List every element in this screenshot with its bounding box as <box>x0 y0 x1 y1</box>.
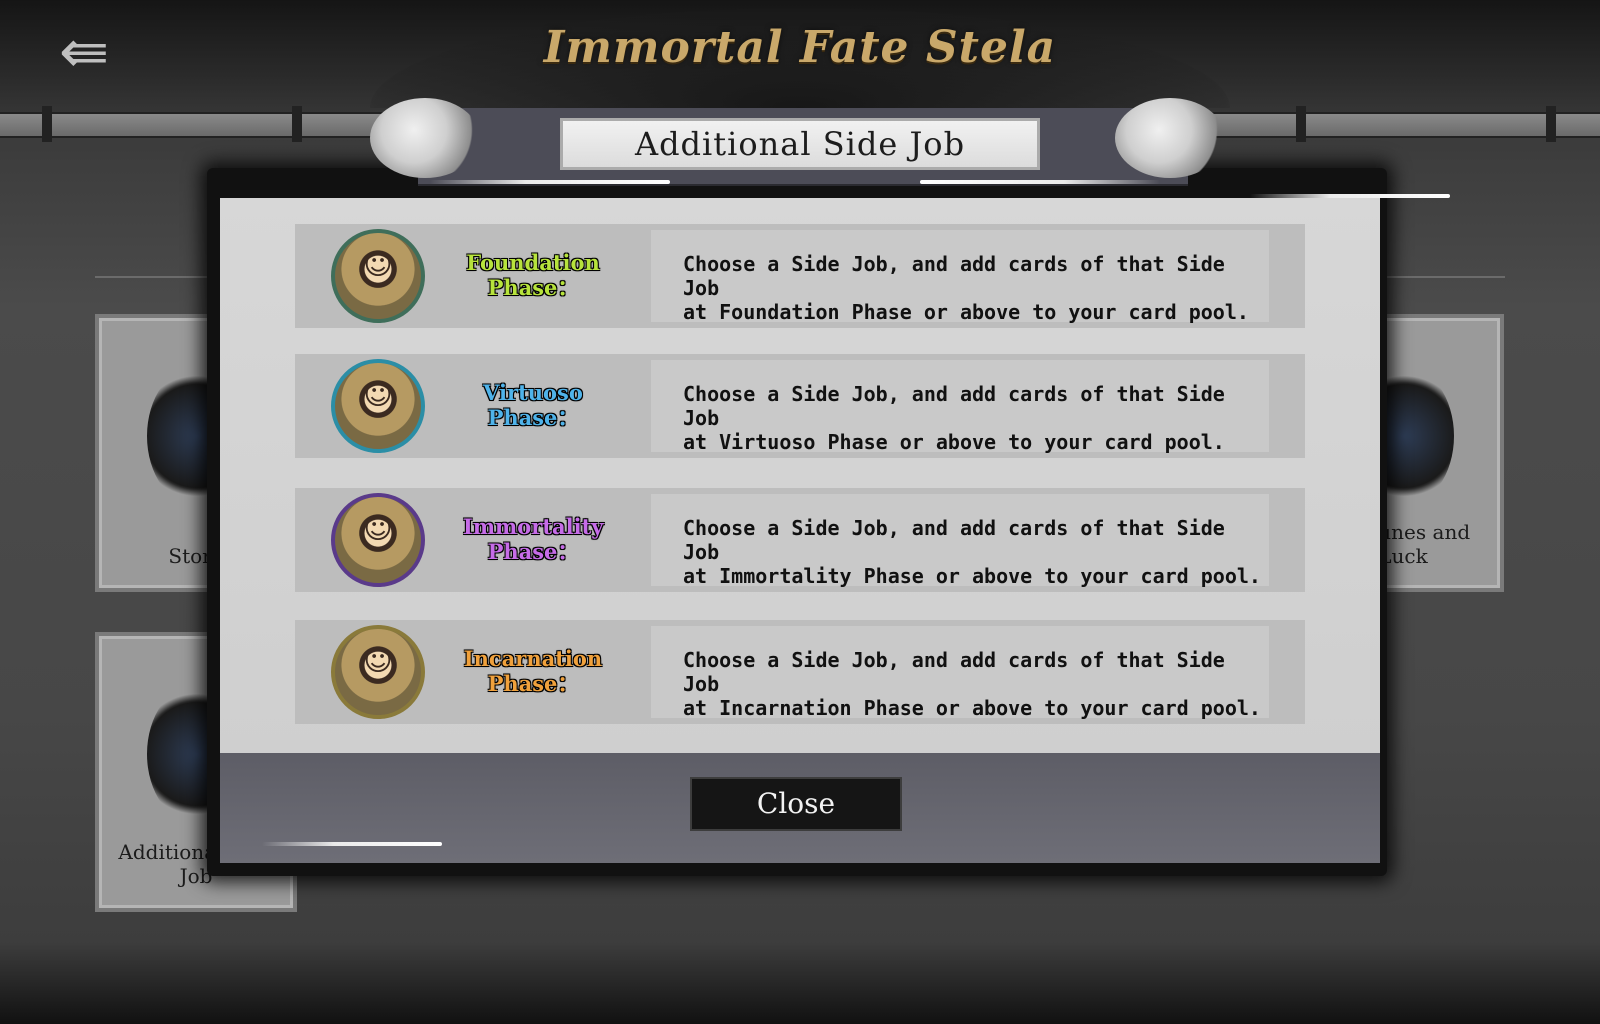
swirl-decoration <box>1250 194 1450 198</box>
rail-post <box>1546 106 1556 142</box>
cloud-ornament-icon <box>1115 98 1225 178</box>
phase-name: Incarnation Phase： <box>463 646 603 696</box>
phase-row-foundation: ☺ Foundation Phase： Choose a Side Job, a… <box>295 224 1305 328</box>
phase-row-virtuoso: ☺ Virtuoso Phase： Choose a Side Job, and… <box>295 354 1305 458</box>
character-portrait-icon: ☺ <box>331 493 425 587</box>
phase-description: Choose a Side Job, and add cards of that… <box>683 516 1261 588</box>
rail-post <box>42 106 52 142</box>
phase-description: Choose a Side Job, and add cards of that… <box>683 648 1261 720</box>
face-icon: ☺ <box>363 248 393 281</box>
swirl-decoration <box>262 842 442 846</box>
phase-description: Choose a Side Job, and add cards of that… <box>683 252 1249 324</box>
face-icon: ☺ <box>363 644 393 677</box>
phase-description-box: Choose a Side Job, and add cards of that… <box>651 494 1269 588</box>
swirl-decoration <box>430 180 670 184</box>
cloud-ornament-icon <box>370 98 480 178</box>
face-icon: ☺ <box>363 378 393 411</box>
phase-row-immortality: ☺ Immortality Phase： Choose a Side Job, … <box>295 488 1305 592</box>
phase-name: Virtuoso Phase： <box>483 380 583 430</box>
character-portrait-icon: ☺ <box>331 359 425 453</box>
phase-name: Immortality Phase： <box>463 514 604 564</box>
close-button[interactable]: Close <box>690 777 902 831</box>
face-icon: ☺ <box>363 512 393 545</box>
rail-post <box>1296 106 1306 142</box>
page-title: Immortal Fate Stela <box>543 22 1057 73</box>
phase-name: Foundation Phase： <box>466 250 600 300</box>
phase-description-box: Choose a Side Job, and add cards of that… <box>651 626 1269 720</box>
back-button[interactable]: ⇚ <box>44 22 124 82</box>
character-portrait-icon: ☺ <box>331 229 425 323</box>
rail-post <box>292 106 302 142</box>
character-portrait-icon: ☺ <box>331 625 425 719</box>
modal-title: Additional Side Job <box>560 118 1040 170</box>
phase-description-box: Choose a Side Job, and add cards of that… <box>651 230 1269 324</box>
phase-description-box: Choose a Side Job, and add cards of that… <box>651 360 1269 454</box>
back-arrow-icon: ⇚ <box>58 17 110 87</box>
phase-description: Choose a Side Job, and add cards of that… <box>683 382 1225 454</box>
swirl-decoration <box>920 180 1160 184</box>
phase-row-incarnation: ☺ Incarnation Phase： Choose a Side Job, … <box>295 620 1305 724</box>
